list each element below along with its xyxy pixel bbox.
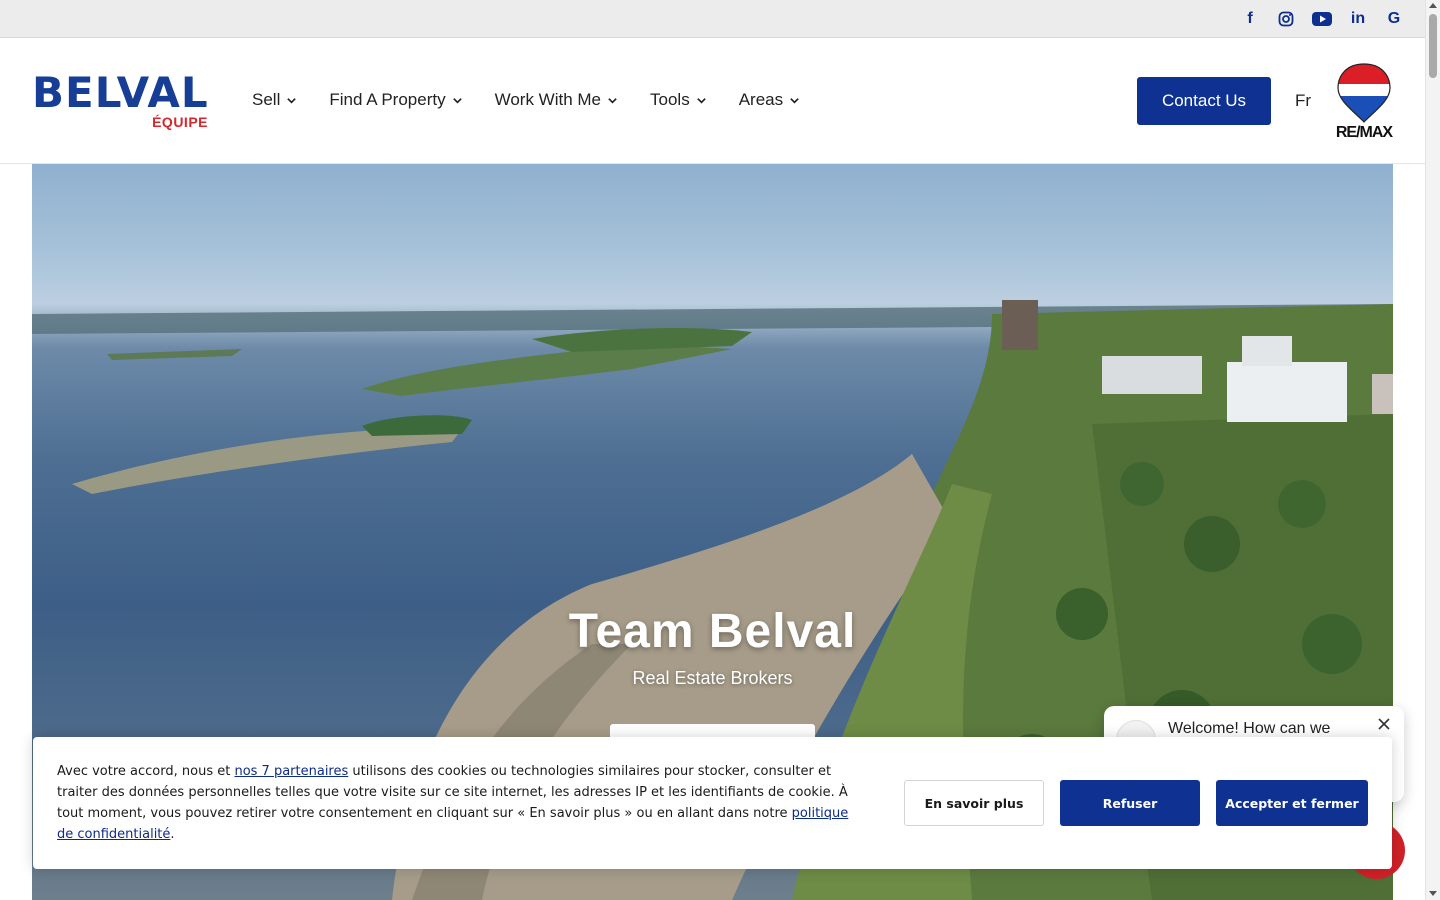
chat-welcome-text: Welcome! How can we <box>1168 720 1331 737</box>
language-switch[interactable]: Fr <box>1295 91 1311 111</box>
logo-main-text: BELVAL <box>32 68 209 117</box>
youtube-icon[interactable] <box>1311 9 1333 29</box>
learn-more-button[interactable]: En savoir plus <box>904 780 1044 826</box>
logo-sub-text: ÉQUIPE <box>152 114 208 130</box>
top-social-bar: f in G <box>0 0 1425 38</box>
cookie-text-part: . <box>170 827 175 842</box>
main-nav: Sell Find A Property Work With Me Tools … <box>252 90 800 110</box>
nav-item-label: Work With Me <box>494 90 602 109</box>
hero-title: Team Belval <box>568 605 857 658</box>
accept-and-close-button[interactable]: Accepter et fermer <box>1216 780 1368 826</box>
chevron-down-icon <box>790 97 799 104</box>
chevron-down-icon <box>452 97 462 104</box>
scroll-thumb[interactable] <box>1429 14 1437 78</box>
chevron-down-icon <box>287 97 297 104</box>
cookie-text-part: Avec votre accord, nous et <box>57 764 235 779</box>
site-header: BELVAL ÉQUIPE Sell Find A Property Work … <box>0 38 1425 164</box>
nav-item-work-with-me[interactable]: Work With Me <box>495 90 618 110</box>
social-links: f in G <box>1239 9 1405 29</box>
nav-item-find-a-property[interactable]: Find A Property <box>329 90 462 110</box>
remax-wordmark: RE/MAX <box>1335 124 1393 141</box>
google-icon[interactable]: G <box>1383 9 1405 29</box>
nav-item-label: Areas <box>738 90 784 109</box>
chevron-down-icon <box>608 97 617 104</box>
linkedin-icon[interactable]: in <box>1347 9 1369 29</box>
close-icon[interactable] <box>1376 718 1392 734</box>
partners-link[interactable]: nos 7 partenaires <box>234 764 348 779</box>
page-scrollbar[interactable] <box>1425 0 1440 900</box>
google-glyph: G <box>1387 10 1401 27</box>
hero-subtitle: Real Estate Brokers <box>632 668 793 688</box>
remax-logo[interactable]: RE/MAX <box>1332 62 1396 144</box>
linkedin-glyph: in <box>1350 10 1366 27</box>
nav-item-label: Sell <box>252 90 281 109</box>
facebook-glyph: f <box>1247 10 1253 27</box>
refuse-button[interactable]: Refuser <box>1060 780 1200 826</box>
nav-item-sell[interactable]: Sell <box>252 90 297 110</box>
nav-item-areas[interactable]: Areas <box>739 90 800 110</box>
cookie-consent-banner: Avec votre accord, nous et nos 7 partena… <box>33 737 1392 869</box>
chevron-down-icon <box>696 97 706 104</box>
contact-us-button[interactable]: Contact Us <box>1137 77 1271 125</box>
facebook-icon[interactable]: f <box>1239 9 1261 29</box>
scroll-down-icon[interactable] <box>1429 891 1437 896</box>
instagram-icon[interactable] <box>1275 9 1297 29</box>
remax-balloon-icon <box>1337 63 1391 123</box>
nav-item-label: Tools <box>650 90 690 109</box>
nav-item-label: Find A Property <box>329 90 446 109</box>
cookie-message: Avec votre accord, nous et nos 7 partena… <box>57 761 867 845</box>
nav-item-tools[interactable]: Tools <box>650 90 707 110</box>
scroll-up-icon[interactable] <box>1429 3 1437 8</box>
belval-logo[interactable]: BELVAL ÉQUIPE <box>32 72 212 134</box>
